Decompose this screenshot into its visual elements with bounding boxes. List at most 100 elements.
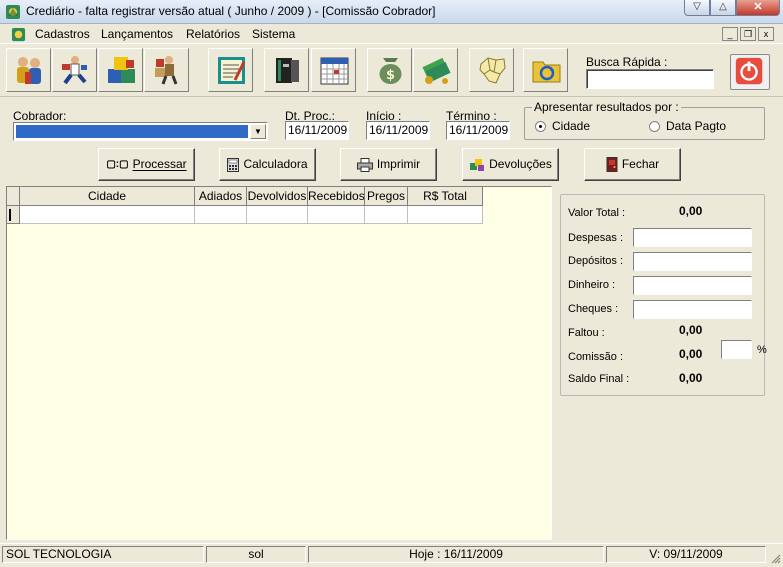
devolucoes-button[interactable]: Devoluções [462, 148, 559, 181]
menu-cadastros[interactable]: Cadastros [35, 27, 90, 41]
fechar-button[interactable]: Fechar [584, 148, 681, 181]
resize-grip-icon[interactable] [769, 552, 781, 564]
mdi-minimize-button[interactable]: _ [722, 27, 738, 41]
status-user: sol [206, 546, 306, 563]
percent-label: % [757, 344, 767, 356]
faltou-value: 0,00 [679, 323, 703, 337]
column-header-devolvidos[interactable]: Devolvidos [247, 187, 308, 206]
folder-refresh-icon [532, 61, 561, 83]
minimize-window-button[interactable]: ▽ [684, 0, 710, 16]
table-cell[interactable] [408, 206, 483, 224]
close-window-button[interactable]: ✕ [736, 0, 780, 16]
toolbar-button-people[interactable] [6, 48, 51, 92]
power-button[interactable] [730, 54, 770, 90]
toolbar-button-boxes[interactable] [98, 48, 143, 92]
money-bag-icon: $ [379, 58, 402, 84]
chevron-down-icon[interactable]: ▼ [250, 124, 266, 139]
power-icon [735, 57, 763, 85]
mdi-restore-button[interactable]: ❐ [740, 27, 756, 41]
cobrador-select[interactable]: ▼ [13, 122, 268, 141]
radio-data-pagto-label[interactable]: Data Pagto [666, 119, 726, 133]
dinheiro-label: Dinheiro : [568, 279, 616, 291]
column-header-rs-total[interactable]: R$ Total [408, 187, 483, 206]
mdi-close-button[interactable]: x [758, 27, 774, 41]
menu-bar: Cadastros Lançamentos Relatórios Sistema… [0, 24, 783, 44]
calculadora-label: Calculadora [243, 157, 308, 171]
dt-proc-field[interactable]: 16/11/2009 [285, 121, 349, 140]
despesas-label: Despesas : [568, 232, 624, 244]
toolbar-button-map[interactable] [469, 48, 514, 92]
people-icon [17, 57, 41, 84]
busca-rapida-input[interactable] [586, 69, 714, 89]
row-indicator[interactable] [7, 206, 20, 224]
radio-cidade-label[interactable]: Cidade [552, 119, 590, 133]
faltou-label: Faltou : [568, 327, 605, 339]
toolbar-button-calendar[interactable] [311, 48, 356, 92]
printer-icon [356, 157, 373, 172]
calculator-icon [227, 157, 240, 172]
depositos-label: Depósitos : [568, 255, 624, 267]
grid-corner [7, 187, 20, 206]
toolbar-button-money-coins[interactable] [413, 48, 458, 92]
results-grid[interactable]: Cidade Adiados Devolvidos Recebidos Preg… [6, 186, 552, 540]
depositos-input[interactable] [633, 252, 752, 271]
inicio-field[interactable]: 16/11/2009 [366, 121, 430, 140]
dinheiro-input[interactable] [633, 276, 752, 295]
cobrador-selected-value [16, 125, 248, 138]
svg-text:$: $ [386, 68, 395, 83]
radio-cidade[interactable] [535, 121, 546, 132]
termino-field[interactable]: 16/11/2009 [446, 121, 510, 140]
status-hoje: Hoje : 16/11/2009 [308, 546, 604, 563]
valor-total-label: Valor Total : [568, 207, 626, 219]
toolbar-button-binder[interactable] [264, 48, 309, 92]
money-coins-icon [422, 57, 451, 84]
column-header-adiados[interactable]: Adiados [195, 187, 247, 206]
table-cell[interactable] [195, 206, 247, 224]
comissao-percent-input[interactable] [721, 340, 752, 359]
toolbar-button-notepad[interactable] [208, 48, 253, 92]
status-version: V: 09/11/2009 [606, 546, 766, 563]
radio-data-pagto[interactable] [649, 121, 660, 132]
cobrador-label: Cobrador: [13, 109, 67, 123]
fechar-label: Fechar [621, 157, 660, 171]
toolbar: $ Busca Rápida : [0, 45, 783, 97]
cheques-input[interactable] [633, 300, 752, 319]
toolbar-button-money-bag[interactable]: $ [367, 48, 412, 92]
door-exit-icon [606, 157, 618, 173]
calculadora-button[interactable]: Calculadora [219, 148, 316, 181]
table-cell[interactable] [20, 206, 195, 224]
app-icon [6, 5, 20, 19]
mdi-child-icon[interactable] [11, 27, 26, 42]
column-header-pregos[interactable]: Pregos [365, 187, 408, 206]
table-cell[interactable] [247, 206, 308, 224]
processar-button[interactable]: ▢:▢ Processar [98, 148, 195, 181]
window-title: Crediário - falta registrar versão atual… [26, 4, 436, 18]
comissao-label: Comissão : [568, 351, 624, 363]
valor-total-value: 0,00 [679, 204, 703, 218]
calendar-icon [320, 57, 349, 85]
column-header-recebidos[interactable]: Recebidos [308, 187, 365, 206]
runner-icon [62, 56, 87, 85]
status-company: SOL TECNOLOGIA [2, 546, 204, 563]
toolbar-button-folder-refresh[interactable] [523, 48, 568, 92]
table-cell[interactable] [365, 206, 408, 224]
saldo-final-value: 0,00 [679, 371, 703, 385]
title-bar[interactable]: Crediário - falta registrar versão atual… [0, 0, 783, 24]
maximize-window-button[interactable]: △ [710, 0, 736, 16]
menu-lancamentos[interactable]: Lançamentos [101, 27, 173, 41]
binder-icon [276, 58, 299, 83]
map-icon [479, 57, 506, 84]
toolbar-button-runner[interactable] [52, 48, 97, 92]
despesas-input[interactable] [633, 228, 752, 247]
resultados-group: Apresentar resultados por : Cidade Data … [524, 100, 765, 140]
cheques-label: Cheques : [568, 303, 619, 315]
imprimir-button[interactable]: Imprimir [340, 148, 437, 181]
table-cell[interactable] [308, 206, 365, 224]
menu-relatorios[interactable]: Relatórios [186, 27, 240, 41]
delivery-icon [155, 56, 178, 85]
devolucoes-label: Devoluções [489, 157, 552, 171]
menu-sistema[interactable]: Sistema [252, 27, 295, 41]
toolbar-button-delivery[interactable] [144, 48, 189, 92]
summary-panel: Valor Total : 0,00 Despesas : Depósitos … [560, 194, 767, 396]
column-header-cidade[interactable]: Cidade [20, 187, 195, 206]
